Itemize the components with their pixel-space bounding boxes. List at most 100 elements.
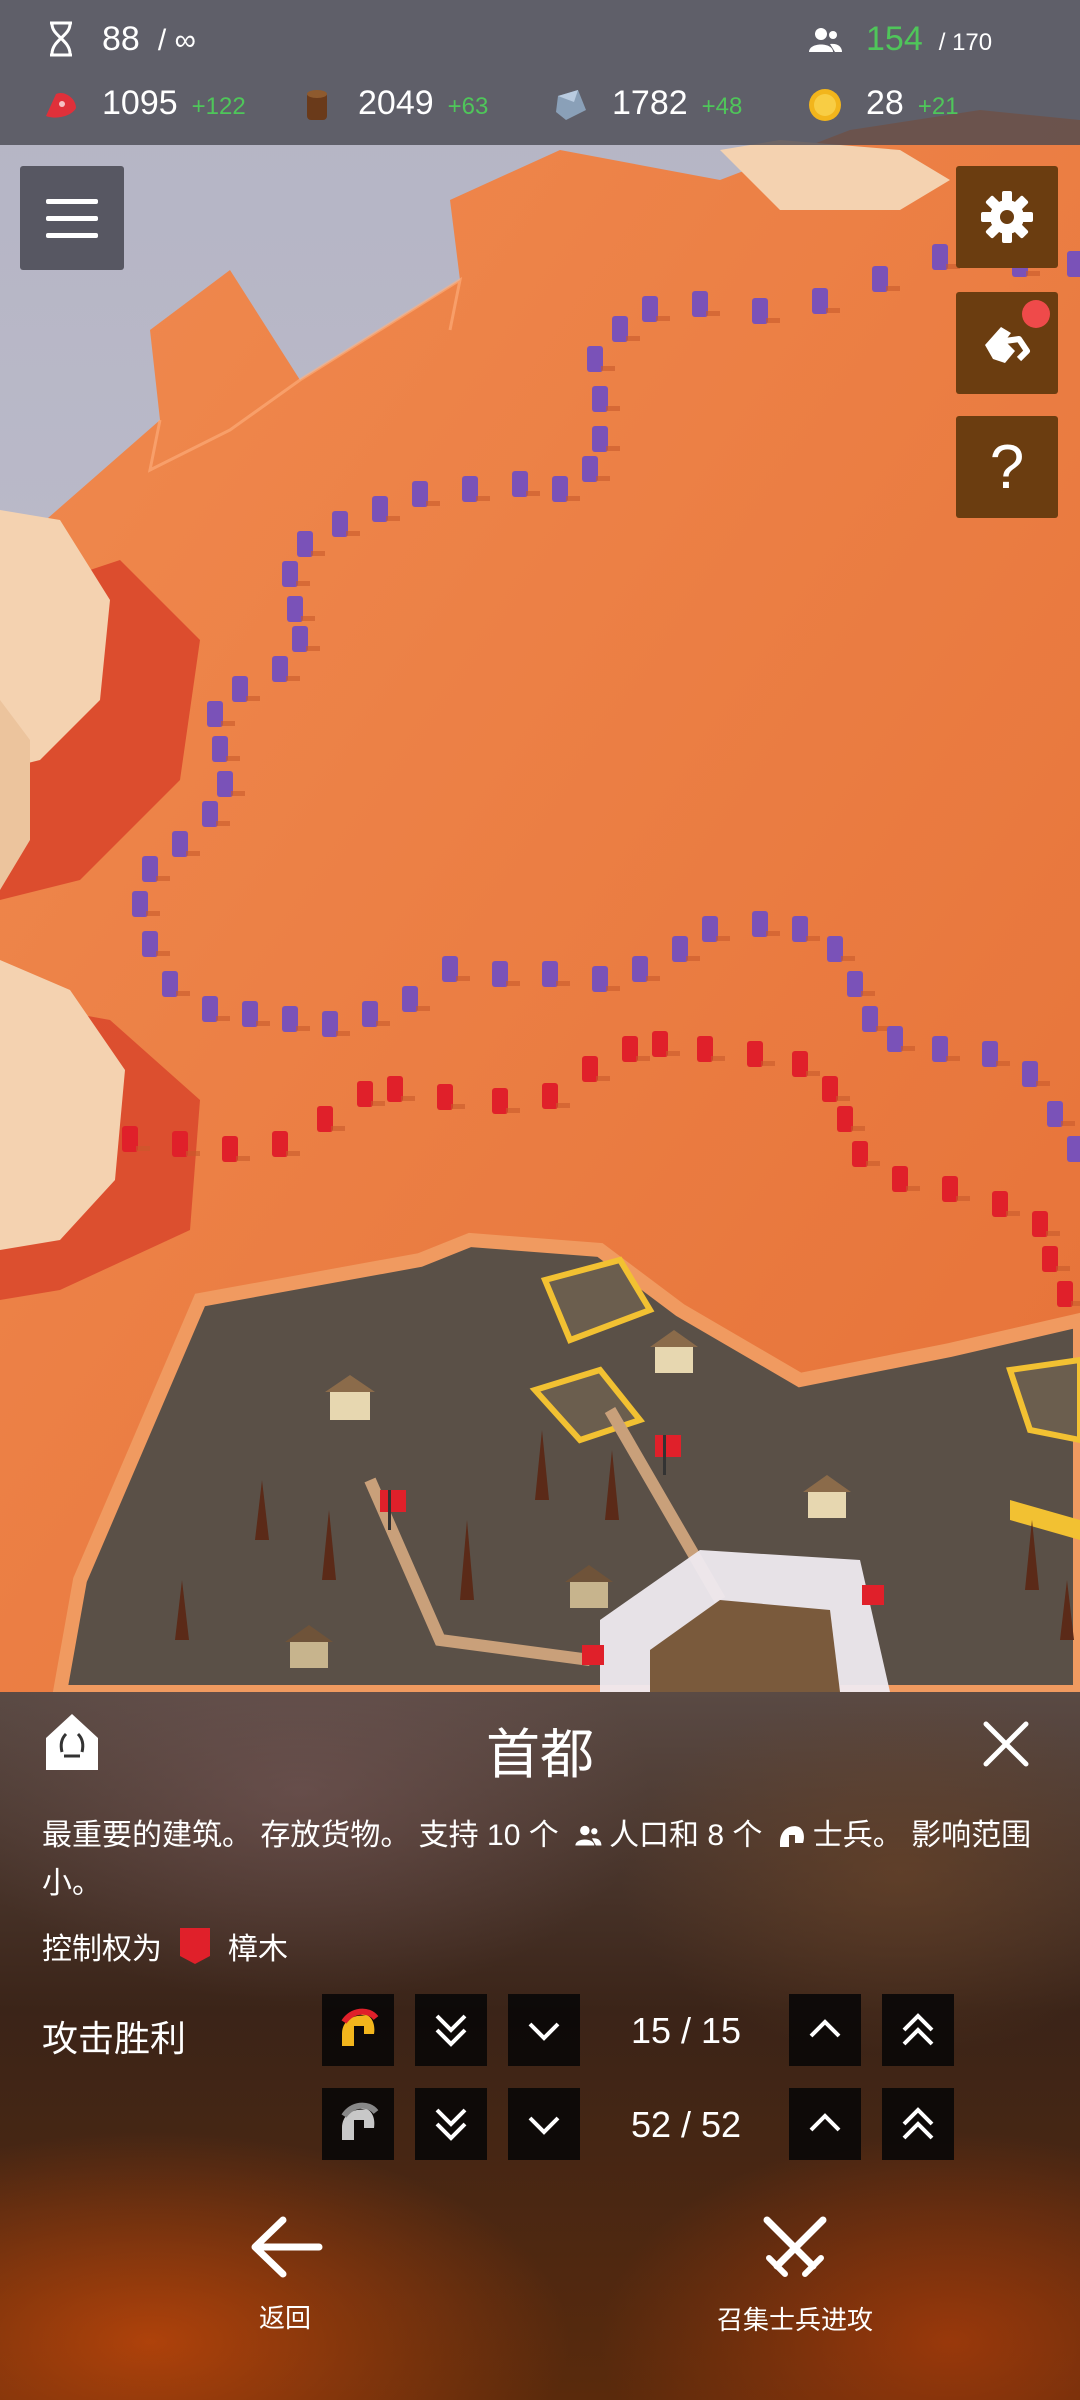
help-icon: ? xyxy=(989,432,1025,502)
unit-count: 15 / 15 xyxy=(630,2010,742,2051)
soldier-shadow xyxy=(176,991,190,996)
soldier-shadow xyxy=(836,1096,850,1101)
game-map[interactable] xyxy=(0,0,1080,1692)
settings-button[interactable] xyxy=(956,166,1058,268)
rally-attack-button[interactable]: 召集士兵进攻 xyxy=(680,2212,910,2337)
enemy-soldier xyxy=(462,476,478,502)
increase-all-button[interactable] xyxy=(882,2088,954,2160)
soldier-shadow xyxy=(566,496,580,501)
double-chevron-down-icon xyxy=(435,2108,467,2141)
soldier-shadow xyxy=(806,936,820,941)
enemy-soldier xyxy=(582,456,598,482)
soldier-shadow xyxy=(156,876,170,881)
soldier-shadow xyxy=(331,1126,345,1131)
gold-count: 28 xyxy=(866,84,904,122)
soldier-shadow xyxy=(1061,1121,1075,1126)
decrease-button[interactable] xyxy=(508,2088,580,2160)
enemy-soldier xyxy=(217,771,233,797)
turn-count: 88 xyxy=(102,20,140,58)
soldier-helmet-icon xyxy=(779,1826,804,1847)
soldier-shadow xyxy=(596,1076,610,1081)
enemy-soldier xyxy=(642,296,658,322)
enemy-soldier xyxy=(702,916,718,942)
increase-all-button[interactable] xyxy=(882,1994,954,2066)
soldier-shadow xyxy=(956,1196,970,1201)
soldier-shadow xyxy=(626,336,640,341)
diplomacy-button[interactable] xyxy=(956,292,1058,394)
enemy-soldier xyxy=(1067,251,1080,277)
soldier-shadow xyxy=(216,821,230,826)
enemy-soldier xyxy=(162,971,178,997)
wood-count: 2049 xyxy=(358,84,434,122)
enemy-soldier xyxy=(592,386,608,412)
soldier-shadow xyxy=(286,1151,300,1156)
enemy-soldier xyxy=(402,986,418,1012)
enemy-soldier xyxy=(212,736,228,762)
decrease-all-button[interactable] xyxy=(415,2088,487,2160)
enemy-soldier xyxy=(932,1036,948,1062)
unit-icon-soldier xyxy=(322,2088,394,2160)
soldier-shadow xyxy=(861,991,875,996)
player-soldier xyxy=(172,1131,188,1157)
soldier-shadow xyxy=(946,1056,960,1061)
soldier-shadow xyxy=(556,1103,570,1108)
player-soldier xyxy=(492,1088,508,1114)
back-button[interactable]: 返回 xyxy=(200,2212,370,2335)
enemy-soldier xyxy=(172,831,188,857)
hourglass-icon xyxy=(50,21,72,57)
soldier-shadow xyxy=(1071,1301,1080,1306)
enemy-soldier xyxy=(142,931,158,957)
soldier-shadow xyxy=(901,1046,915,1051)
gold-delta: +21 xyxy=(917,93,959,120)
food-delta: +122 xyxy=(191,93,246,120)
soldier-shadow xyxy=(866,1161,880,1166)
soldier-shadow xyxy=(766,931,780,936)
owner-banner-icon xyxy=(180,1928,210,1964)
enemy-soldier xyxy=(322,1011,338,1037)
increase-button[interactable] xyxy=(789,1994,861,2066)
soldier-shadow xyxy=(306,646,320,651)
chevron-up-icon xyxy=(809,2019,841,2038)
resource-bar: 88 / ∞ 154 / 170 1095 +122 2049 +63 1782… xyxy=(0,0,1080,145)
player-soldier xyxy=(222,1136,238,1162)
player-soldier xyxy=(992,1191,1008,1217)
soldier-shadow xyxy=(216,1016,230,1021)
soldier-shadow xyxy=(146,911,160,916)
soldier-shadow xyxy=(1026,271,1040,276)
enemy-soldier xyxy=(672,936,688,962)
enemy-soldier xyxy=(142,856,158,882)
food-count: 1095 xyxy=(102,84,178,122)
player-soldier xyxy=(1032,1211,1048,1237)
close-icon[interactable] xyxy=(978,1716,1034,1772)
enemy-soldier xyxy=(202,801,218,827)
soldier-shadow xyxy=(886,286,900,291)
increase-button[interactable] xyxy=(789,2088,861,2160)
population-icon xyxy=(809,28,842,52)
soldier-shadow xyxy=(226,756,240,761)
soldier-shadow xyxy=(996,1061,1010,1066)
decrease-button[interactable] xyxy=(508,1994,580,2066)
soldier-shadow xyxy=(401,1096,415,1101)
soldier-shadow xyxy=(761,1061,775,1066)
soldier-shadow xyxy=(556,981,570,986)
enemy-soldier xyxy=(827,936,843,962)
decrease-all-button[interactable] xyxy=(415,1994,487,2066)
stone-count: 1782 xyxy=(612,84,688,122)
population-count: 154 xyxy=(866,20,923,58)
enemy-soldier xyxy=(282,561,298,587)
soldier-shadow xyxy=(666,1051,680,1056)
menu-button[interactable] xyxy=(20,166,124,270)
player-soldier xyxy=(622,1036,638,1062)
unit-count: 52 / 52 xyxy=(630,2104,742,2145)
gold-coin-icon xyxy=(809,89,841,121)
chevron-up-icon xyxy=(809,2113,841,2132)
double-chevron-up-icon xyxy=(902,2013,934,2046)
soldier-shadow xyxy=(451,1104,465,1109)
help-button[interactable]: ? xyxy=(956,416,1058,518)
soldier-shadow xyxy=(186,1151,200,1156)
attack-victory-label: 攻击胜利 xyxy=(42,2018,187,2059)
enemy-soldier xyxy=(272,656,288,682)
soldier-shadow xyxy=(296,581,310,586)
helmet-icon xyxy=(341,2102,379,2140)
enemy-soldier xyxy=(1047,1101,1063,1127)
